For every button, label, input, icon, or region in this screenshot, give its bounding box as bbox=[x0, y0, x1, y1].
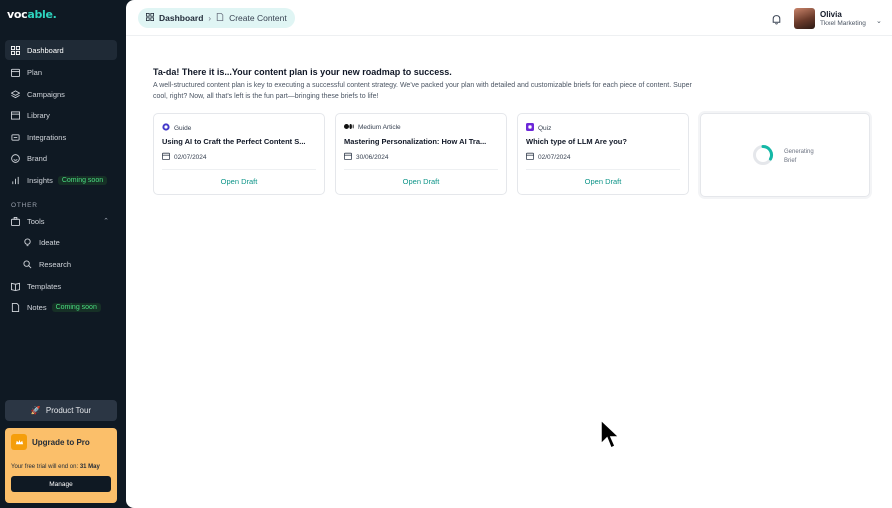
sidebar-item-label: Research bbox=[39, 259, 72, 269]
manage-button[interactable]: Manage bbox=[11, 476, 111, 492]
file-icon bbox=[11, 302, 20, 312]
breadcrumb-dashboard[interactable]: Dashboard bbox=[159, 13, 203, 23]
bell-icon[interactable] bbox=[771, 12, 782, 25]
sidebar-item-label: Notes bbox=[27, 302, 47, 312]
sidebar-item-label: Brand bbox=[27, 153, 48, 163]
sidebar: vocable. Dashboard Plan Campaigns Librar… bbox=[0, 0, 126, 508]
sidebar-item-label: Library bbox=[27, 110, 50, 120]
grid-icon bbox=[11, 45, 20, 55]
card-divider bbox=[162, 169, 316, 170]
crown-icon bbox=[11, 434, 27, 450]
open-draft-button[interactable]: Open Draft bbox=[518, 177, 688, 186]
medium-icon bbox=[344, 123, 354, 132]
card-divider bbox=[344, 169, 498, 170]
smile-icon bbox=[11, 153, 20, 163]
sidebar-item-label: Insights bbox=[27, 175, 53, 185]
user-name[interactable]: Olivia bbox=[820, 10, 842, 19]
product-tour-label: Product Tour bbox=[45, 406, 92, 415]
briefcase-icon bbox=[11, 216, 20, 226]
card-date: 02/07/2024 bbox=[526, 152, 571, 162]
card-type: Medium Article bbox=[344, 123, 401, 132]
page-title: Ta-da! There it is...Your content plan i… bbox=[153, 67, 452, 77]
card-date: 30/06/2024 bbox=[344, 152, 389, 162]
document-icon bbox=[216, 13, 224, 23]
spinner-icon bbox=[753, 145, 773, 165]
open-draft-button[interactable]: Open Draft bbox=[336, 177, 506, 186]
chevron-down-icon[interactable]: ⌄ bbox=[876, 17, 882, 25]
layers-icon bbox=[11, 89, 20, 99]
sidebar-item-campaigns[interactable]: Campaigns bbox=[5, 84, 117, 104]
generating-card: Generating Brief bbox=[700, 113, 870, 197]
user-org: Tkxel Marketing bbox=[820, 20, 866, 27]
chevron-right-icon: › bbox=[208, 13, 212, 23]
sidebar-item-integrations[interactable]: Integrations bbox=[5, 127, 117, 147]
sidebar-item-label: Ideate bbox=[39, 237, 60, 247]
calendar-icon bbox=[344, 152, 352, 162]
page-description: A well-structured content plan is key to… bbox=[153, 82, 692, 100]
main-panel: Dashboard › Create Content Olivia Tkxel … bbox=[126, 0, 892, 508]
sidebar-item-plan[interactable]: Plan bbox=[5, 62, 117, 82]
breadcrumb: Dashboard › Create Content bbox=[138, 8, 295, 28]
coming-soon-badge: Coming soon bbox=[57, 175, 108, 185]
sidebar-item-templates[interactable]: Templates bbox=[5, 276, 117, 296]
sidebar-item-dashboard[interactable]: Dashboard bbox=[5, 40, 117, 60]
guide-icon bbox=[162, 123, 170, 133]
sidebar-item-insights[interactable]: Insights Coming soon bbox=[5, 170, 117, 190]
sidebar-item-research[interactable]: Research bbox=[5, 254, 117, 274]
coming-soon-badge: Coming soon bbox=[51, 302, 101, 312]
breadcrumb-current: Create Content bbox=[229, 13, 287, 23]
sidebar-item-label: Templates bbox=[27, 281, 62, 291]
card-date: 02/07/2024 bbox=[162, 152, 207, 162]
trial-date: 31 May bbox=[79, 464, 100, 470]
card-type: Quiz bbox=[526, 123, 551, 133]
card-title: Which type of LLM Are you? bbox=[526, 137, 627, 146]
card-type: Guide bbox=[162, 123, 191, 133]
sidebar-item-brand[interactable]: Brand bbox=[5, 148, 117, 168]
top-header: Dashboard › Create Content Olivia Tkxel … bbox=[126, 0, 892, 36]
sidebar-item-label: Integrations bbox=[27, 132, 67, 142]
sidebar-item-label: Tools bbox=[27, 216, 45, 226]
card-title: Mastering Personalization: How AI Tra... bbox=[344, 137, 487, 146]
calendar-icon bbox=[162, 152, 170, 162]
sidebar-item-label: Campaigns bbox=[27, 89, 65, 99]
open-book-icon bbox=[11, 282, 20, 291]
upgrade-panel: Upgrade to Pro Your free trial will end … bbox=[5, 428, 117, 503]
sidebar-item-label: Plan bbox=[27, 67, 43, 77]
rocket-icon: 🚀 bbox=[30, 406, 41, 415]
product-tour-button[interactable]: 🚀 Product Tour bbox=[5, 400, 117, 421]
card-divider bbox=[526, 169, 680, 170]
upgrade-title[interactable]: Upgrade to Pro bbox=[32, 438, 90, 447]
sidebar-item-notes[interactable]: Notes Coming soon bbox=[5, 297, 117, 317]
app-logo[interactable]: vocable. bbox=[7, 8, 57, 21]
sidebar-item-library[interactable]: Library bbox=[5, 105, 117, 125]
card-title: Using AI to Craft the Perfect Content S.… bbox=[162, 137, 306, 146]
section-label-other: OTHER bbox=[11, 202, 38, 209]
generating-text: Generating Brief bbox=[784, 149, 814, 164]
sidebar-item-tools[interactable]: Tools ⌃ bbox=[5, 211, 117, 231]
content-card[interactable]: Guide Using AI to Craft the Perfect Cont… bbox=[153, 113, 325, 195]
grid-icon bbox=[146, 13, 154, 23]
search-icon bbox=[23, 259, 32, 269]
trial-text: Your free trial will end on: 31 May bbox=[11, 464, 100, 470]
open-draft-button[interactable]: Open Draft bbox=[154, 177, 324, 186]
mouse-cursor-icon bbox=[600, 419, 620, 450]
calendar-icon bbox=[11, 68, 20, 77]
sidebar-item-label: Dashboard bbox=[27, 45, 64, 55]
book-icon bbox=[11, 110, 20, 120]
quiz-icon bbox=[526, 123, 534, 133]
chart-icon bbox=[11, 176, 20, 185]
chevron-up-icon[interactable]: ⌃ bbox=[103, 217, 109, 225]
plug-icon bbox=[11, 133, 20, 142]
content-card[interactable]: Quiz Which type of LLM Are you? 02/07/20… bbox=[517, 113, 689, 195]
lightbulb-icon bbox=[23, 237, 32, 247]
calendar-icon bbox=[526, 152, 534, 162]
sidebar-item-ideate[interactable]: Ideate bbox=[5, 232, 117, 252]
content-card[interactable]: Medium Article Mastering Personalization… bbox=[335, 113, 507, 195]
avatar[interactable] bbox=[794, 8, 815, 29]
